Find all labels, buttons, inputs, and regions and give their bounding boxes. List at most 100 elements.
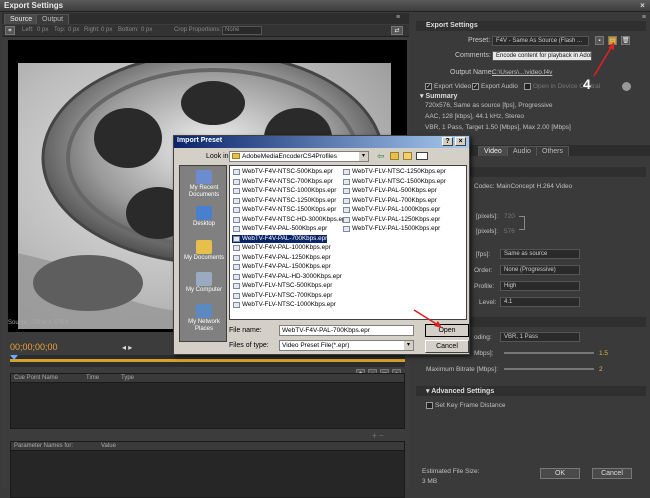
- recent-documents-icon: [196, 170, 212, 184]
- file-item[interactable]: WebTV-F4V-PAL-700Kbps.epr: [232, 234, 328, 243]
- width-label: [pixels]:: [476, 213, 499, 220]
- col-cue-time[interactable]: Time: [86, 375, 99, 381]
- file-item[interactable]: WebTV-FLV-PAL-1500Kbps.epr: [342, 225, 440, 233]
- advanced-settings-header[interactable]: ▾ Advanced Settings: [416, 386, 646, 396]
- field-order-label: Order:: [474, 267, 493, 274]
- file-item[interactable]: WebTV-FLV-NTSC-700Kbps.epr: [232, 292, 332, 300]
- cue-point-panel: Cue Point Name Time Type: [10, 373, 405, 429]
- place-my-documents[interactable]: My Documents: [180, 240, 228, 262]
- comments-field[interactable]: Encode content for playback in Adob: [492, 51, 592, 61]
- crop-left-value[interactable]: 0: [37, 27, 40, 33]
- bitrate-encoding-select[interactable]: VBR, 1 Pass: [500, 332, 580, 342]
- tab-video[interactable]: Video: [478, 146, 508, 156]
- settings-panel-menu-icon[interactable]: ≡: [642, 14, 646, 21]
- place-network[interactable]: My Network Places: [180, 304, 228, 333]
- ok-button[interactable]: OK: [540, 468, 580, 479]
- file-item[interactable]: WebTV-F4V-PAL-1000Kbps.epr: [232, 244, 331, 252]
- target-bitrate-value[interactable]: 1.5: [599, 350, 608, 357]
- place-my-computer[interactable]: My Computer: [180, 272, 228, 294]
- file-item[interactable]: WebTV-FLV-NTSC-500Kbps.epr: [232, 282, 332, 290]
- dialog-cancel-button[interactable]: Cancel: [425, 340, 469, 353]
- max-bitrate-value[interactable]: 2: [599, 366, 603, 373]
- export-video-checkbox[interactable]: ✓ Export Video: [425, 83, 471, 90]
- file-item[interactable]: WebTV-FLV-PAL-500Kbps.epr: [342, 187, 437, 195]
- preset-select[interactable]: F4V - Same As Source (Flash ...: [492, 36, 589, 46]
- panel-menu-icon[interactable]: ≡: [396, 14, 405, 22]
- file-item[interactable]: WebTV-FLV-PAL-1250Kbps.epr: [342, 216, 440, 224]
- crop-top-value[interactable]: 0: [68, 27, 71, 33]
- crop-proportions-select[interactable]: None: [222, 26, 262, 35]
- window-close-icon[interactable]: ×: [638, 1, 647, 10]
- file-item[interactable]: WebTV-F4V-PAL-500Kbps.epr: [232, 225, 327, 233]
- file-item[interactable]: WebTV-F4V-PAL-1250Kbps.epr: [232, 254, 331, 262]
- height-value[interactable]: 576: [504, 228, 515, 235]
- param-add-remove-icons[interactable]: + −: [372, 431, 384, 440]
- col-cue-name[interactable]: Cue Point Name: [14, 375, 58, 381]
- dialog-title-bar: Import Preset ? ×: [174, 136, 469, 148]
- file-item[interactable]: WebTV-FLV-NTSC-1500Kbps.epr: [342, 178, 446, 186]
- target-bitrate-slider[interactable]: [504, 352, 594, 354]
- key-frame-check-icon: [426, 402, 433, 409]
- up-folder-icon[interactable]: [390, 152, 399, 160]
- file-item[interactable]: WebTV-FLV-PAL-1000Kbps.epr: [342, 206, 440, 214]
- preset-file-icon: [343, 226, 350, 232]
- cancel-button[interactable]: Cancel: [592, 468, 632, 479]
- device-central-icon[interactable]: [622, 82, 631, 91]
- place-recent-label: My Recent Documents: [188, 185, 220, 198]
- file-name-field[interactable]: WebTV-F4V-PAL-700Kbps.epr: [279, 325, 414, 336]
- crop-tool-icon[interactable]: ⌗: [5, 26, 15, 35]
- aspect-link-icon[interactable]: [519, 216, 525, 230]
- file-item[interactable]: WebTV-F4V-NTSC-500Kbps.epr: [232, 168, 333, 176]
- col-param-value[interactable]: Value: [101, 443, 116, 449]
- file-item[interactable]: WebTV-F4V-PAL-1500Kbps.epr: [232, 263, 331, 271]
- look-in-dropdown-icon[interactable]: ▾: [359, 152, 368, 161]
- file-item[interactable]: WebTV-F4V-NTSC-700Kbps.epr: [232, 178, 333, 186]
- file-name-label: File name:: [229, 327, 262, 334]
- file-item-label: WebTV-FLV-NTSC-1250Kbps.epr: [352, 168, 446, 175]
- file-item-label: WebTV-F4V-NTSC-1000Kbps.epr: [242, 187, 337, 194]
- place-desktop[interactable]: Desktop: [180, 206, 228, 228]
- level-select[interactable]: 4.1: [500, 297, 580, 307]
- key-frame-checkbox[interactable]: Set Key Frame Distance: [426, 402, 505, 409]
- timecode-display[interactable]: 00;00;00;00: [10, 342, 58, 352]
- work-area-bar[interactable]: [10, 359, 405, 362]
- file-item[interactable]: WebTV-F4V-NTSC-HD-3000Kbps.epr: [232, 216, 348, 224]
- back-icon[interactable]: ⇦: [377, 151, 385, 162]
- col-param-names[interactable]: Parameter Names for:: [14, 443, 73, 449]
- profile-select[interactable]: High: [500, 281, 580, 291]
- tab-others[interactable]: Others: [536, 146, 570, 156]
- tab-audio[interactable]: Audio: [507, 146, 537, 156]
- summary-header[interactable]: ▾ Summary: [420, 92, 457, 100]
- tab-output[interactable]: Output: [36, 14, 70, 24]
- tab-source[interactable]: Source: [4, 14, 39, 24]
- export-audio-checkbox[interactable]: ✓ Export Audio: [472, 83, 518, 90]
- file-type-dropdown-icon[interactable]: ▾: [404, 341, 413, 350]
- field-order-select[interactable]: None (Progressive): [500, 265, 580, 275]
- file-item[interactable]: WebTV-F4V-NTSC-1250Kbps.epr: [232, 197, 336, 205]
- crop-bottom-value[interactable]: 0: [141, 27, 144, 33]
- files-of-type-select[interactable]: Video Preset File(*.epr) ▾: [279, 340, 414, 351]
- view-menu-icon[interactable]: [416, 152, 428, 160]
- dialog-help-button[interactable]: ?: [442, 137, 453, 146]
- file-item[interactable]: WebTV-F4V-PAL-HD-3000Kbps.epr: [232, 273, 342, 281]
- width-value[interactable]: 720: [504, 213, 515, 220]
- crop-right-value[interactable]: 0: [101, 27, 104, 33]
- col-cue-type[interactable]: Type: [121, 375, 134, 381]
- new-folder-icon[interactable]: [403, 152, 412, 160]
- in-point-icon[interactable]: ◂ ▸: [122, 343, 132, 352]
- file-item[interactable]: WebTV-FLV-NTSC-1000Kbps.epr: [232, 301, 336, 309]
- file-item[interactable]: WebTV-F4V-NTSC-1500Kbps.epr: [232, 206, 336, 214]
- max-bitrate-slider[interactable]: [504, 368, 594, 370]
- delete-preset-icon[interactable]: 🗑: [621, 36, 630, 45]
- dialog-close-button[interactable]: ×: [455, 137, 466, 146]
- fps-select[interactable]: Same as source: [500, 249, 580, 259]
- look-in-select[interactable]: AdobeMediaEncoderCS4Profiles ▾: [229, 151, 369, 162]
- timeline-bar[interactable]: [10, 355, 405, 367]
- file-item[interactable]: WebTV-F4V-NTSC-1000Kbps.epr: [232, 187, 336, 195]
- file-item[interactable]: WebTV-FLV-NTSC-1250Kbps.epr: [342, 168, 446, 176]
- playhead-handle[interactable]: [10, 355, 18, 360]
- file-item[interactable]: WebTV-FLV-PAL-700Kbps.epr: [342, 197, 437, 205]
- output-name-link[interactable]: C:\Users\...\video.f4v: [492, 69, 552, 76]
- swap-output-icon[interactable]: ⇄: [391, 26, 403, 35]
- place-recent[interactable]: My Recent Documents: [180, 170, 228, 199]
